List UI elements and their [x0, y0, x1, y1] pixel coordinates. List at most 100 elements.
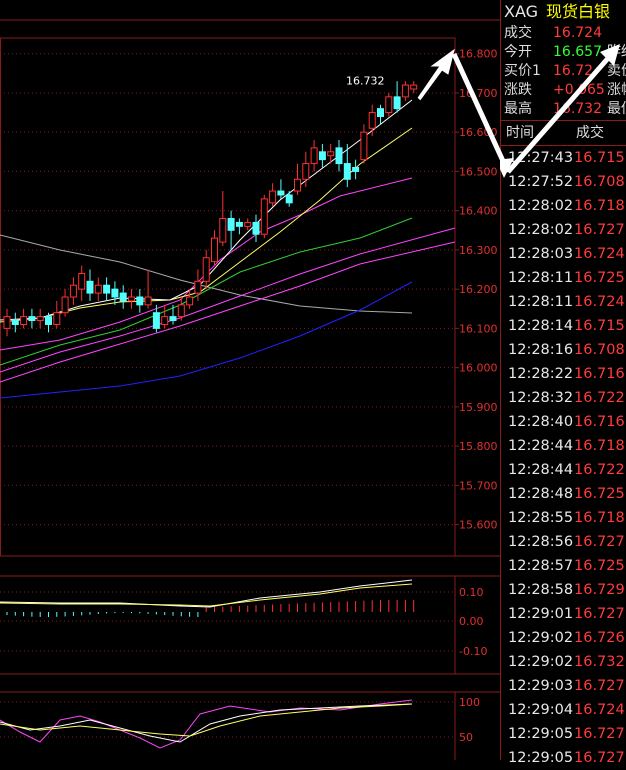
tick-row[interactable]: 12:29:01 16.727 [501, 602, 626, 626]
candle [318, 151, 326, 161]
macd-line-dif [0, 579, 413, 608]
tick-row[interactable]: 12:27:43 16.715 [501, 146, 626, 170]
tick-row[interactable]: 12:28:44 16.722 [501, 458, 626, 482]
candle [360, 131, 368, 161]
symbol-code[interactable]: XAG [504, 2, 538, 21]
tick-row[interactable]: 12:28:22 16.716 [501, 362, 626, 386]
tick-time: 12:28:44 [508, 462, 574, 478]
tick-price: 16.727 [574, 606, 625, 622]
tick-time: 12:28:03 [508, 246, 574, 262]
candle [28, 316, 36, 322]
quote-label: 最高 [504, 101, 532, 117]
tick-row[interactable]: 12:29:05 16.727 [501, 722, 626, 746]
tick-time: 12:28:22 [508, 366, 574, 382]
candle [327, 151, 335, 157]
candle [45, 316, 52, 325]
y-tick-label: 16.200 [459, 283, 498, 296]
candle [144, 296, 152, 306]
tick-price: 16.715 [574, 318, 625, 334]
tick-time: 12:29:05 [508, 750, 574, 766]
quote-label-secondary: 涨幅 [607, 82, 626, 98]
tick-row[interactable]: 12:28:44 16.718 [501, 434, 626, 458]
tick-row[interactable]: 12:29:02 16.726 [501, 626, 626, 650]
kdj-line-k [0, 703, 413, 743]
tick-time: 12:29:03 [508, 678, 574, 694]
candle [294, 178, 301, 192]
tick-time: 12:29:01 [508, 606, 574, 622]
tick-row[interactable]: 12:28:02 16.727 [501, 218, 626, 242]
tick-row[interactable]: 12:27:52 16.708 [501, 170, 626, 194]
candle [211, 237, 218, 263]
candle [235, 221, 243, 227]
tick-row[interactable]: 12:28:14 16.715 [501, 314, 626, 338]
y-tick-label: 15.700 [459, 479, 498, 492]
tick-row[interactable]: 12:28:03 16.724 [501, 242, 626, 266]
quote-label: 成交 [504, 25, 532, 41]
tick-row[interactable]: 12:28:56 16.727 [501, 530, 626, 554]
ticks-header-time: 时间 [506, 125, 534, 141]
tick-row[interactable]: 12:28:48 16.725 [501, 482, 626, 506]
y-tick-label: 16.500 [459, 165, 498, 178]
tick-row[interactable]: 12:28:55 16.718 [501, 506, 626, 530]
tick-row[interactable]: 12:29:02 16.732 [501, 650, 626, 674]
candle [136, 296, 144, 306]
tick-row[interactable]: 12:28:40 16.716 [501, 410, 626, 434]
candle [277, 190, 285, 196]
tick-row[interactable]: 12:28:16 16.708 [501, 338, 626, 362]
ticks-header: 时间 成交 [501, 120, 626, 146]
tick-price: 16.732 [574, 654, 625, 670]
quote-label: 买价1 [504, 63, 541, 79]
high-price-label: 16.732 [346, 74, 385, 87]
tick-row[interactable]: 12:28:57 16.725 [501, 554, 626, 578]
y-tick-label: 15.600 [459, 519, 498, 532]
tick-price: 16.708 [574, 342, 625, 358]
tick-row[interactable]: 12:29:04 16.724 [501, 698, 626, 722]
tick-row[interactable]: 12:28:32 16.722 [501, 386, 626, 410]
tick-price: 16.722 [574, 462, 625, 478]
tick-time: 12:28:55 [508, 510, 574, 526]
tick-time: 12:28:48 [508, 486, 574, 502]
tick-price: 16.727 [574, 750, 625, 766]
tick-row[interactable]: 12:28:11 16.725 [501, 266, 626, 290]
quote-label: 今开 [504, 44, 532, 60]
tick-price: 16.718 [574, 510, 625, 526]
quote-row: 成交 16.724 [501, 24, 626, 43]
macd-tick-label: 0.00 [459, 615, 484, 628]
tick-time: 12:27:43 [508, 150, 574, 166]
tick-price: 16.724 [574, 246, 625, 262]
candle [335, 147, 343, 165]
candle [244, 221, 252, 227]
candle [310, 147, 318, 165]
tick-row[interactable]: 12:28:58 16.729 [501, 578, 626, 602]
candle [410, 84, 418, 90]
candle [385, 96, 393, 114]
y-tick-label: 15.900 [459, 401, 498, 414]
symbol-name[interactable]: 现货白银 [546, 2, 610, 21]
tick-row[interactable]: 12:28:11 16.724 [501, 290, 626, 314]
tick-price: 16.708 [574, 174, 625, 190]
tick-time: 12:28:02 [508, 198, 574, 214]
tick-time: 12:29:02 [508, 630, 574, 646]
tick-time: 12:28:44 [508, 438, 574, 454]
candle [69, 284, 77, 298]
tick-price: 16.725 [574, 558, 625, 574]
candle [86, 280, 94, 294]
tick-row[interactable]: 12:28:02 16.718 [501, 194, 626, 218]
kline-chart-area[interactable]: 16.800 16.700 16.600 16.500 16.400 16.300 16.2… [0, 0, 500, 760]
tick-row[interactable]: 12:29:03 16.727 [501, 674, 626, 698]
tick-time: 12:29:05 [508, 726, 574, 742]
tick-price: 16.726 [574, 630, 625, 646]
macd-tick-label: 0.10 [459, 586, 484, 599]
candle [194, 280, 202, 294]
candle [103, 284, 111, 294]
y-tick-label: 16.400 [459, 205, 498, 218]
y-tick-label: 16.100 [459, 322, 498, 335]
tick-row[interactable]: 12:29:05 16.727 [501, 746, 626, 770]
candle [302, 163, 310, 180]
candle [401, 84, 409, 98]
quote-panel: XAG 现货白银 成交 16.724 今开 16.657 昨结买价1 16.72 卖价涨跌 +0… [500, 0, 626, 766]
candle [269, 190, 277, 204]
kline-chart[interactable]: 16.80016.70016.60016.50016.40016.30016.2… [0, 0, 500, 760]
candle [219, 218, 227, 243]
candle [377, 108, 384, 117]
